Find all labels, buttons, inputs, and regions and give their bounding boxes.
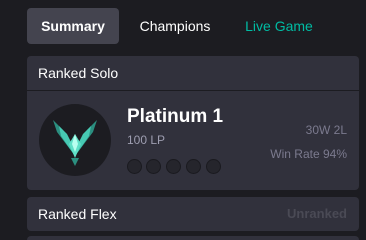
ranked-flex-card: Ranked Flex Unranked [27,197,359,231]
tab-bar: Summary Champions Live Game [0,0,366,52]
series-slot [206,159,221,174]
ranked-solo-header: Ranked Solo [27,56,359,91]
series-slot [166,159,181,174]
platinum-emblem-icon [53,120,97,166]
league-points: 100 LP [127,133,166,147]
tab-summary[interactable]: Summary [27,8,119,44]
tab-live-game[interactable]: Live Game [236,8,322,44]
win-loss-record: 30W 2L [305,123,347,137]
tab-champions[interactable]: Champions [127,8,223,44]
ranked-flex-title: Ranked Flex [38,206,117,222]
tier-emblem [39,104,111,176]
ranked-solo-card: Ranked Solo Platinum 1 100 LP 30W 2L Win… [27,56,359,190]
ranked-flex-status: Unranked [287,206,347,221]
ranked-solo-title: Ranked Solo [38,65,119,81]
summary-page: Summary Champions Live Game Ranked Solo [0,0,366,240]
win-rate: Win Rate 94% [270,147,347,161]
series-slot [186,159,201,174]
series-slot [146,159,161,174]
next-card-edge [27,236,359,240]
tier-label: Platinum 1 [127,106,224,127]
series-slot [127,159,142,174]
